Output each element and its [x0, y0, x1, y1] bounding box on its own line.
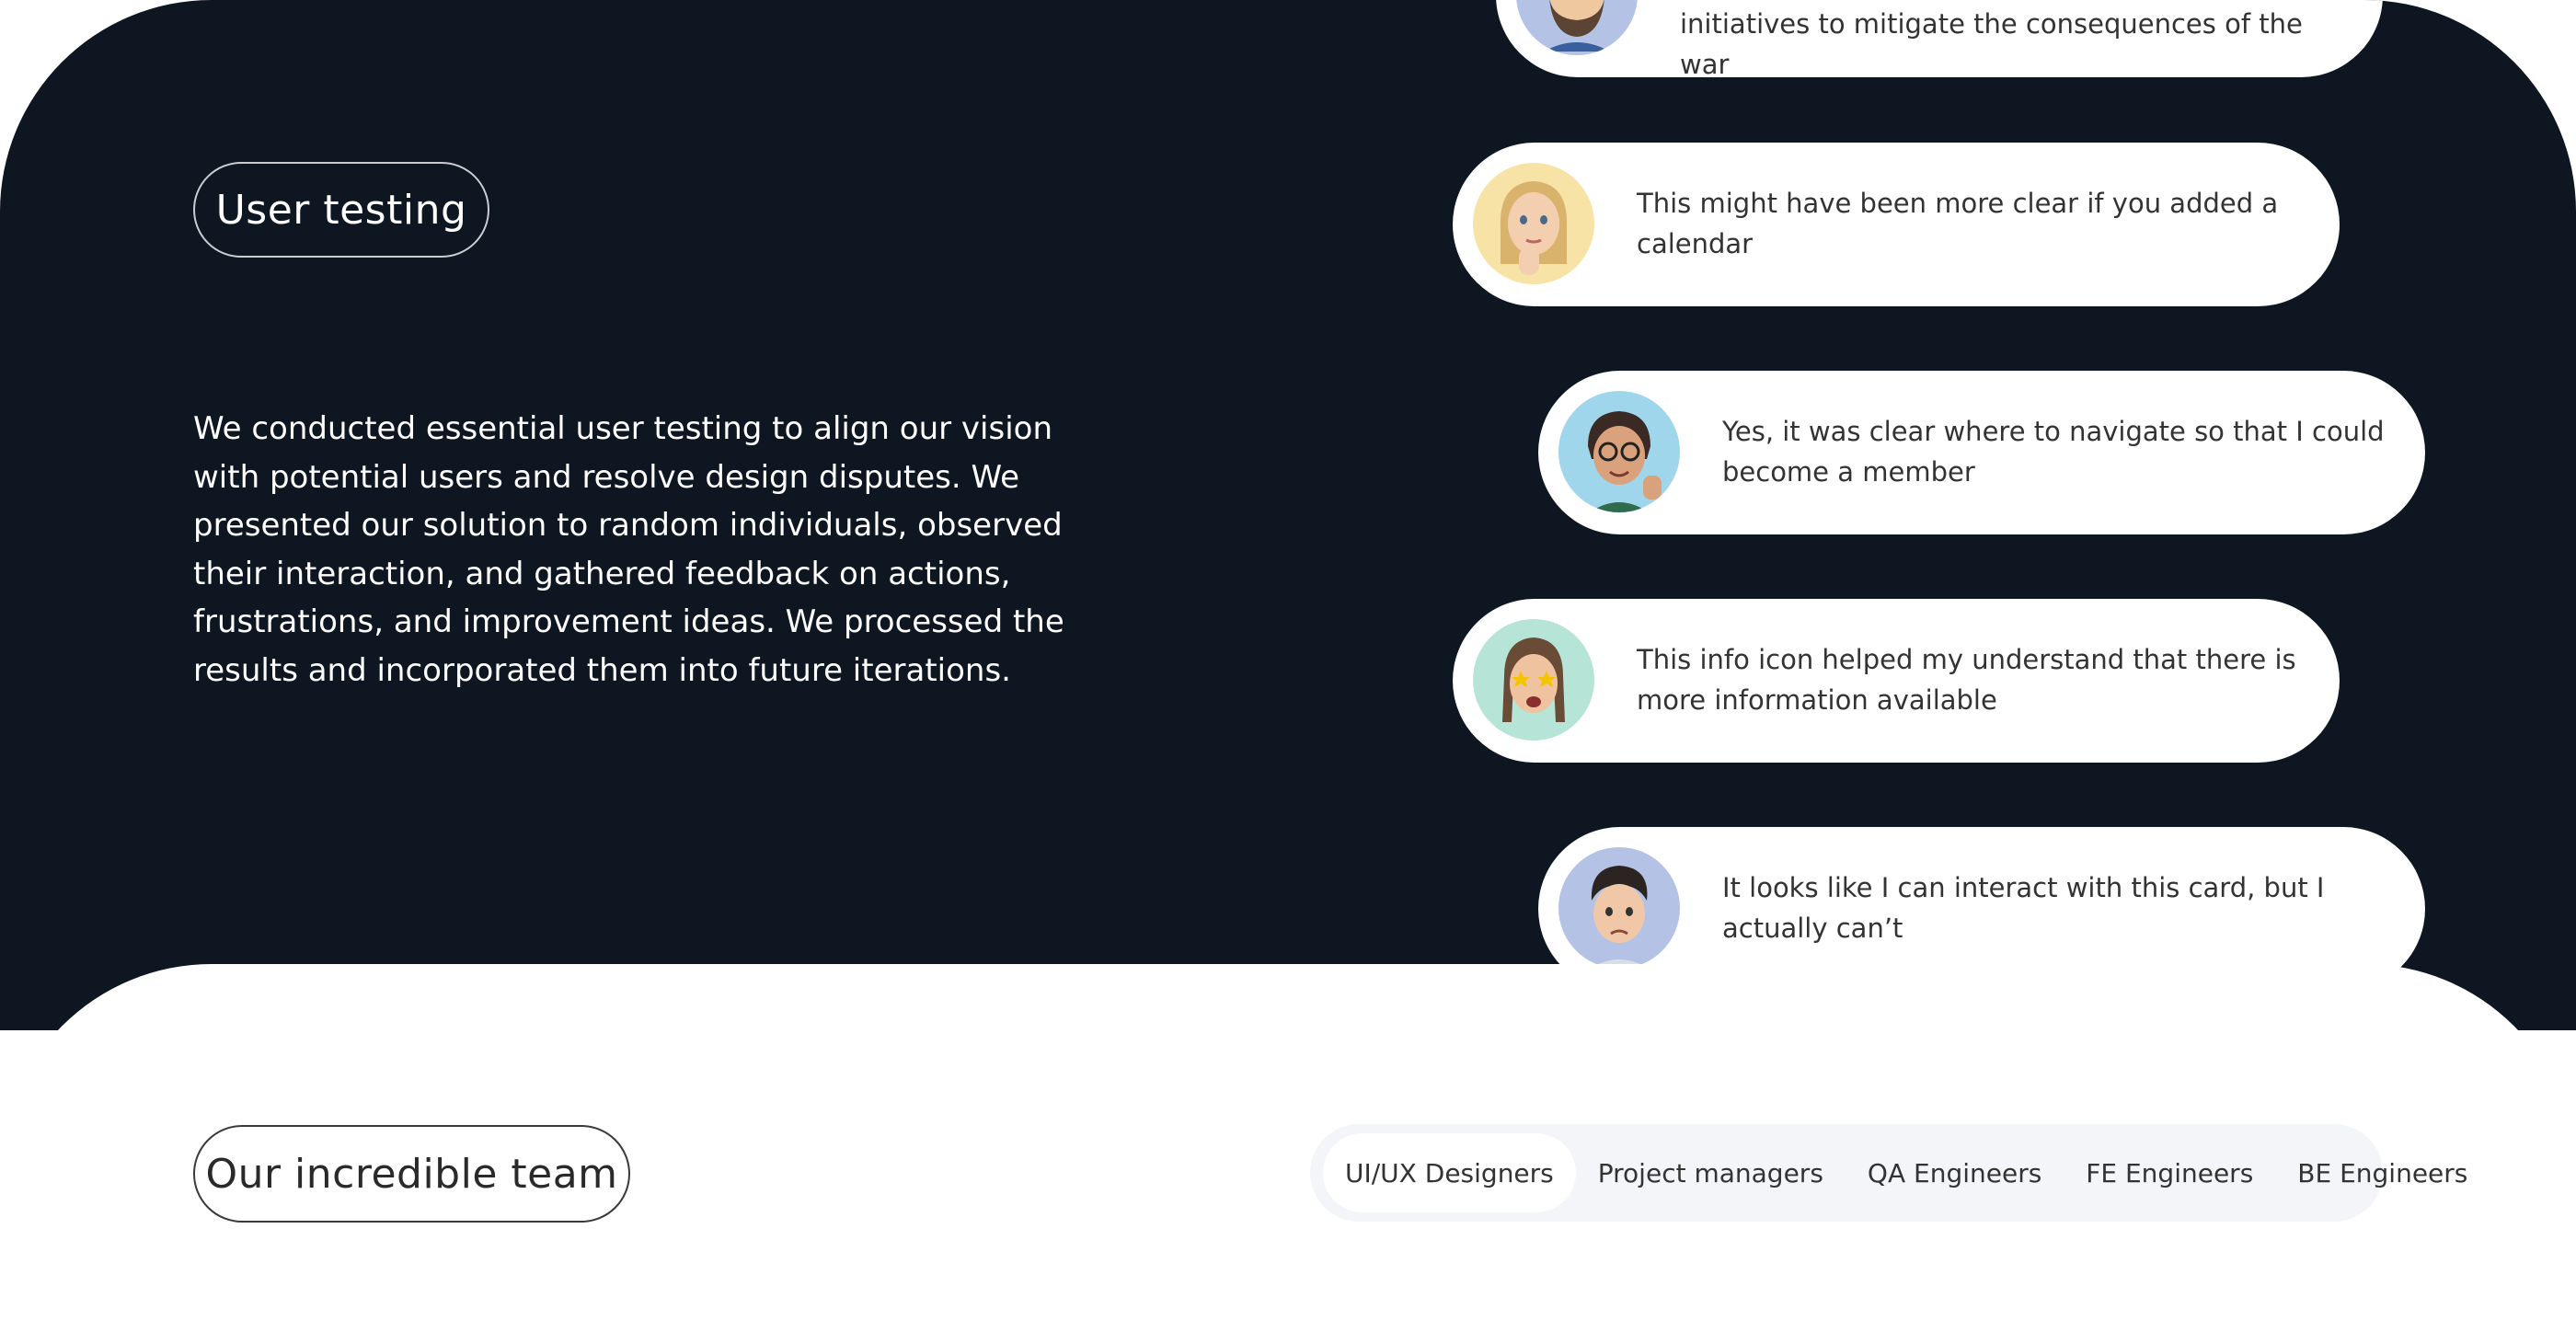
memoji-bearded-man-avatar	[1516, 0, 1638, 55]
memoji-sad-man-avatar	[1558, 847, 1680, 969]
feedback-text: Yes, it was clear where to navigate so t…	[1722, 416, 2385, 488]
tab-be-engineers[interactable]: BE Engineers	[2275, 1133, 2490, 1212]
feedback-text: initiatives to mitigate the consequences…	[1680, 8, 2303, 80]
feedback-text: This info icon helped my understand that…	[1637, 644, 2296, 716]
feedback-card: This might have been more clear if you a…	[1453, 143, 2340, 306]
tab-ui-ux-designers[interactable]: UI/UX Designers	[1323, 1133, 1576, 1212]
feedback-text: This might have been more clear if you a…	[1637, 188, 2279, 259]
user-testing-section: User testing We conducted essential user…	[0, 0, 2576, 1030]
memoji-thinking-woman-avatar	[1473, 163, 1594, 284]
tab-project-managers[interactable]: Project managers	[1576, 1133, 1846, 1212]
feedback-text: It looks like I can interact with this c…	[1722, 872, 2325, 944]
team-tabs: UI/UX Designers Project managers QA Engi…	[1310, 1124, 2467, 1222]
user-testing-description: We conducted essential user testing to a…	[193, 410, 1064, 689]
feedback-card: Yes, it was clear where to navigate so t…	[1538, 371, 2425, 534]
tab-fe-engineers[interactable]: FE Engineers	[2064, 1133, 2275, 1212]
feedback-card: This info icon helped my understand that…	[1453, 599, 2340, 763]
tab-qa-engineers[interactable]: QA Engineers	[1846, 1133, 2064, 1212]
user-testing-heading: User testing	[193, 162, 489, 258]
memoji-star-eyes-avatar	[1473, 619, 1594, 741]
feedback-card: initiatives to mitigate the consequences…	[1496, 0, 2383, 80]
team-heading: Our incredible team	[193, 1125, 630, 1223]
memoji-thumbs-up-woman-avatar	[1558, 391, 1680, 512]
